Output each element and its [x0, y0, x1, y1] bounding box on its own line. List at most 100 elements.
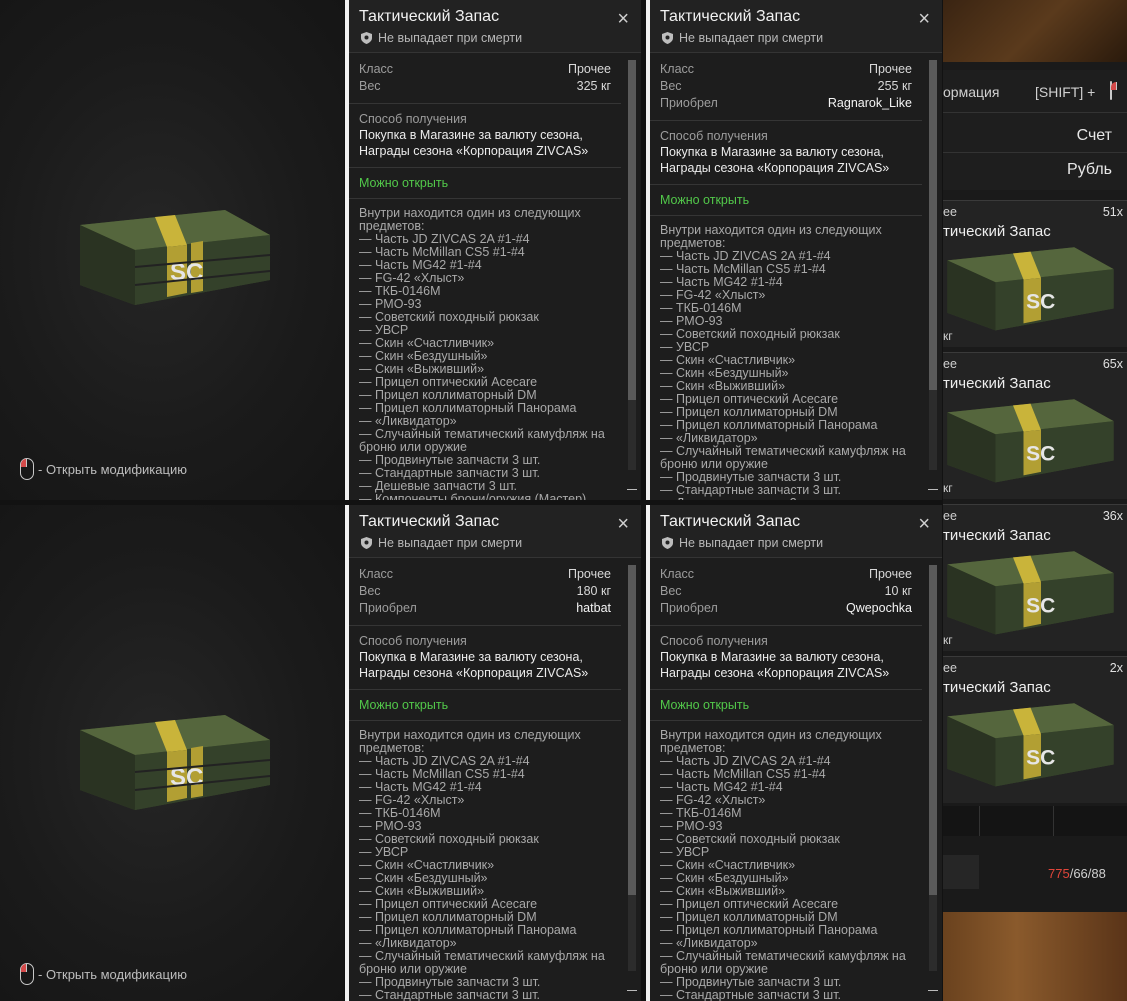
- item-preview-bottom: SC - Открыть модификацию: [0, 505, 344, 1001]
- inventory-item-card[interactable]: ее 36x тический Запас SC кг: [943, 504, 1127, 651]
- stats-section: Класс Прочее Вес 325 кг: [349, 53, 621, 104]
- stat-row: Класс Прочее: [359, 62, 611, 76]
- tooltip-subtitle: Не выпадает при смерти: [662, 31, 823, 45]
- item-tooltip: Тактический Запас Не выпадает при смерти…: [646, 505, 942, 1001]
- account-label: Счет: [1076, 127, 1112, 144]
- stat-row: Вес 325 кг: [359, 79, 611, 93]
- tooltip-subtitle: Не выпадает при смерти: [361, 536, 522, 550]
- stats-section: Класс Прочее Вес 255 кг Приобрел Ragnarok_L…: [650, 53, 922, 121]
- item-title: тический Запас: [943, 223, 1051, 240]
- contents-list: Внутри находится один из следующих предм…: [349, 721, 621, 1001]
- item-count: 36x: [1102, 509, 1123, 523]
- inventory-item-card[interactable]: ее 2x тический Запас SC: [943, 656, 1127, 803]
- tooltip-header: Тактический Запас Не выпадает при смерти…: [650, 505, 942, 558]
- can-open-label: Можно открыть: [660, 193, 750, 207]
- close-icon[interactable]: ×: [918, 9, 930, 29]
- open-modification-hint[interactable]: - Открыть модификацию: [20, 458, 187, 480]
- item-weight: кг: [943, 329, 953, 343]
- acquire-section: Способ получения Покупка в Магазине за в…: [650, 121, 922, 185]
- stat-row: Вес 10 кг: [660, 584, 912, 598]
- inventory-item-card[interactable]: ее 65x тический Запас SC кг: [943, 352, 1127, 499]
- no-drop-label: Не выпадает при смерти: [679, 536, 824, 550]
- tooltip-title: Тактический Запас: [359, 8, 500, 25]
- item-count: 65x: [1102, 357, 1123, 371]
- shield-icon: [361, 32, 372, 44]
- tooltip-header: Тактический Запас Не выпадает при смерти…: [349, 0, 641, 53]
- contents-list: Внутри находится один из следующих предм…: [650, 216, 922, 501]
- open-modification-hint[interactable]: - Открыть модификацию: [20, 963, 187, 985]
- mouse-left-click-icon: [20, 963, 34, 985]
- svg-text:SC: SC: [1026, 747, 1055, 770]
- acquire-section: Способ получения Покупка в Магазине за в…: [650, 626, 922, 690]
- info-tab[interactable]: ормация: [943, 84, 999, 100]
- tooltip-body: Класс Прочее Вес 325 кг Способ получения П…: [349, 53, 621, 500]
- svg-text:SC: SC: [1026, 595, 1055, 618]
- svg-text:SC: SC: [1026, 443, 1055, 466]
- tooltip-scrollbar[interactable]: [928, 565, 938, 991]
- stat-row: Вес 255 кг: [660, 79, 912, 93]
- tooltip-subtitle: Не выпадает при смерти: [361, 31, 522, 45]
- can-open-label: Можно открыть: [660, 698, 750, 712]
- stat-row: Приобрел Qwepochka: [660, 601, 912, 615]
- inventory-header: ормация [SHIFT] + Счет Рубль: [943, 70, 1127, 190]
- item-count: 2x: [1109, 661, 1123, 675]
- slot-row: [943, 806, 1127, 836]
- can-open-section: Можно открыть: [349, 168, 621, 199]
- can-open-label: Можно открыть: [359, 176, 449, 190]
- can-open-label: Можно открыть: [359, 698, 449, 712]
- contents-items: — Часть JD ZIVCAS 2A #1-#4— Часть McMill…: [660, 755, 912, 1001]
- close-icon[interactable]: ×: [617, 9, 629, 29]
- tooltip-title: Тактический Запас: [359, 513, 500, 530]
- svg-text:SC: SC: [1026, 291, 1055, 314]
- inventory-item-card[interactable]: ее 51x тический Запас SC кг: [943, 200, 1127, 347]
- close-icon[interactable]: ×: [617, 514, 629, 534]
- contents-item: — Случайный тематический камуфляж на бро…: [660, 949, 906, 976]
- tooltip-scrollbar[interactable]: [928, 60, 938, 490]
- item-title: тический Запас: [943, 527, 1051, 544]
- item-title: тический Запас: [943, 679, 1051, 696]
- item-tooltip: Тактический Запас Не выпадает при смерти…: [646, 0, 942, 500]
- mouse-left-click-icon: [1110, 81, 1112, 100]
- contents-item: — Случайный тематический камуфляж на бро…: [359, 427, 605, 454]
- contents-item: — Дешевые запчасти 3 шт.: [660, 497, 912, 501]
- tooltip-scrollbar[interactable]: [627, 60, 637, 490]
- contents-items: — Часть JD ZIVCAS 2A #1-#4— Часть McMill…: [660, 250, 912, 501]
- contents-items: — Часть JD ZIVCAS 2A #1-#4— Часть McMill…: [359, 233, 611, 501]
- tactical-crate-icon: SC: [943, 241, 1118, 346]
- contents-items: — Часть JD ZIVCAS 2A #1-#4— Часть McMill…: [359, 755, 611, 1001]
- shield-icon: [361, 537, 372, 549]
- item-category: ее: [943, 205, 957, 219]
- tooltip-body: Класс Прочее Вес 180 кг Приобрел hatbat Спо…: [349, 558, 621, 1001]
- tactical-crate-icon: SC: [943, 393, 1118, 498]
- stat-row: Приобрел hatbat: [359, 601, 611, 615]
- item-category: ее: [943, 357, 957, 371]
- item-weight: кг: [943, 633, 953, 647]
- item-tooltip: Тактический Запас Не выпадает при смерти…: [345, 505, 641, 1001]
- weapon-slot[interactable]: [943, 855, 979, 889]
- tactical-crate-icon: SC: [75, 710, 275, 825]
- background-scene: [943, 912, 1127, 1001]
- stat-row: Приобрел Ragnarok_Like: [660, 96, 912, 110]
- ammo-counter: 775/66/88: [1048, 866, 1106, 881]
- tooltip-body: Класс Прочее Вес 10 кг Приобрел Qwepochka С…: [650, 558, 922, 1001]
- item-count: 51x: [1102, 205, 1123, 219]
- no-drop-label: Не выпадает при смерти: [679, 31, 824, 45]
- tooltip-subtitle: Не выпадает при смерти: [662, 536, 823, 550]
- contents-item: — Случайный тематический камуфляж на бро…: [359, 949, 605, 976]
- shield-icon: [662, 537, 673, 549]
- open-modification-label: - Открыть модификацию: [38, 461, 187, 477]
- tooltip-header: Тактический Запас Не выпадает при смерти…: [650, 0, 942, 53]
- tooltip-header: Тактический Запас Не выпадает при смерти…: [349, 505, 641, 558]
- can-open-section: Можно открыть: [650, 690, 922, 721]
- can-open-section: Можно открыть: [349, 690, 621, 721]
- item-category: ее: [943, 661, 957, 675]
- tactical-crate-icon: SC: [75, 205, 275, 320]
- close-icon[interactable]: ×: [918, 514, 930, 534]
- contents-list: Внутри находится один из следующих предм…: [349, 199, 621, 501]
- stat-row: Класс Прочее: [660, 567, 912, 581]
- currency-label[interactable]: Рубль: [1067, 161, 1112, 179]
- no-drop-label: Не выпадает при смерти: [378, 31, 523, 45]
- tooltip-scrollbar[interactable]: [627, 565, 637, 991]
- stat-row: Вес 180 кг: [359, 584, 611, 598]
- contents-list: Внутри находится один из следующих предм…: [650, 721, 922, 1001]
